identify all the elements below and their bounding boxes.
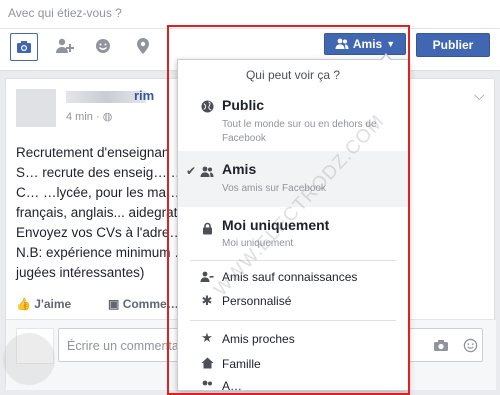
like-button[interactable]: 👍 J'aime bbox=[16, 297, 71, 311]
watermark-logo bbox=[3, 333, 55, 385]
location-icon[interactable] bbox=[130, 33, 156, 59]
publish-button[interactable]: Publier bbox=[416, 33, 490, 57]
comment-icon: ▣ bbox=[108, 297, 120, 311]
emoji-icon[interactable] bbox=[463, 338, 478, 353]
post-timestamp[interactable]: 4 min · ◍ bbox=[66, 110, 112, 123]
post-options-chevron-icon[interactable]: ⌵ bbox=[474, 87, 485, 104]
post-text-line: Recrutement d'enseignan bbox=[16, 145, 170, 160]
post-text-line: jugées intéressantes) bbox=[16, 265, 145, 280]
composer-tag-prompt[interactable]: Avec qui étiez-vous ? bbox=[8, 6, 122, 20]
globe-icon: ◍ bbox=[102, 111, 113, 123]
camera-icon[interactable] bbox=[433, 339, 449, 352]
feeling-icon[interactable] bbox=[90, 33, 116, 59]
author-avatar[interactable] bbox=[16, 89, 56, 127]
thumbs-up-icon: 👍 bbox=[16, 297, 31, 311]
camera-icon[interactable] bbox=[10, 33, 38, 61]
tag-people-icon[interactable] bbox=[52, 33, 78, 59]
author-name[interactable]: rim bbox=[134, 88, 154, 103]
